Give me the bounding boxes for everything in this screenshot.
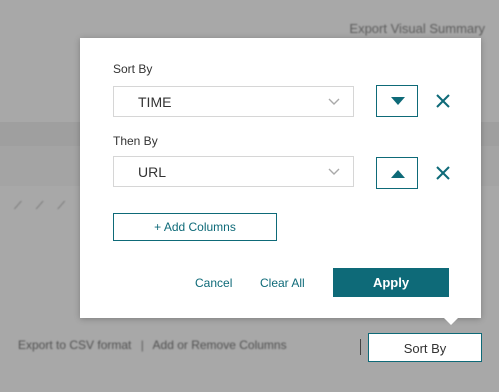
add-remove-columns-link[interactable]: Add or Remove Columns: [153, 338, 287, 352]
cancel-button[interactable]: Cancel: [195, 276, 232, 290]
apply-button[interactable]: Apply: [333, 268, 449, 297]
then-by-select[interactable]: URL: [113, 156, 354, 187]
chevron-down-icon: [328, 168, 340, 175]
close-icon[interactable]: [434, 92, 452, 110]
sort-by-value: TIME: [138, 94, 172, 110]
caret-up-icon: [391, 170, 405, 178]
footer-separator: |: [140, 338, 144, 352]
then-by-label: Then By: [113, 134, 158, 148]
export-visual-summary-link[interactable]: Export Visual Summary: [349, 21, 485, 36]
chevron-down-icon: [328, 98, 340, 105]
clear-all-button[interactable]: Clear All: [260, 276, 305, 290]
sort-by-button[interactable]: Sort By: [368, 333, 482, 362]
export-csv-link[interactable]: Export to CSV format: [18, 338, 131, 352]
footer-divider: [360, 339, 361, 355]
sort-panel-caret: [442, 316, 460, 325]
sort-direction-descending-button[interactable]: [376, 85, 418, 117]
background-footer-links: Export to CSV format | Add or Remove Col…: [18, 338, 287, 352]
add-columns-button[interactable]: + Add Columns: [113, 213, 277, 241]
then-by-value: URL: [138, 164, 167, 180]
then-by-direction-ascending-button[interactable]: [376, 157, 418, 189]
caret-down-icon: [391, 97, 405, 105]
background-chart-marks: ⟋⟋⟋: [14, 200, 80, 212]
close-icon[interactable]: [434, 164, 452, 182]
sort-by-select[interactable]: TIME: [113, 86, 354, 117]
sort-by-label: Sort By: [113, 62, 153, 76]
